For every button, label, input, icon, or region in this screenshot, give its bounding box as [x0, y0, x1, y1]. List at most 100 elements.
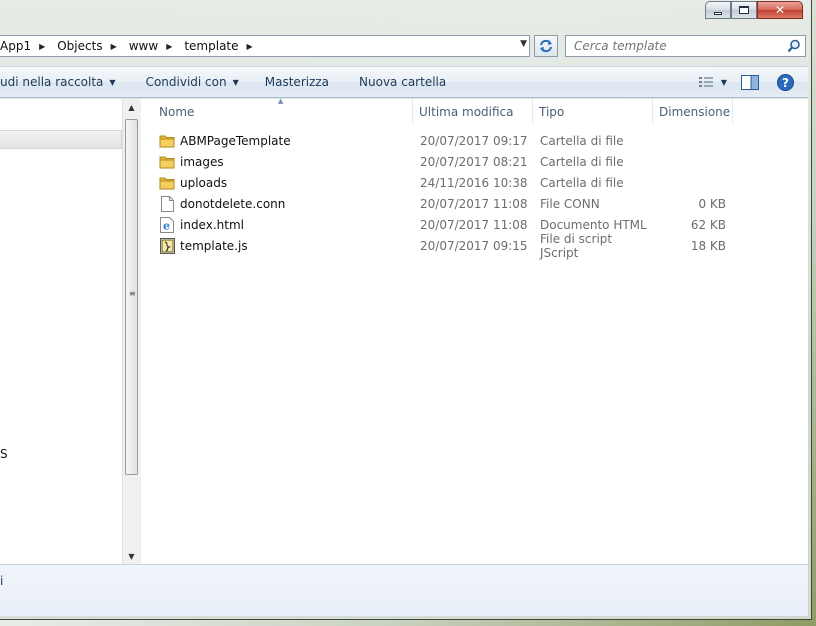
file-type: File CONN	[540, 196, 600, 211]
sort-ascending-icon: ▲	[278, 97, 284, 105]
column-header-modified[interactable]: Ultima modifica	[413, 99, 533, 124]
burn-label: Masterizza	[264, 75, 330, 89]
file-row[interactable]: donotdelete.conn 20/07/2017 11:08 File C…	[141, 193, 808, 214]
minimize-button[interactable]	[705, 1, 731, 19]
content-area: S ▲ ≡ ▼ ▲ Nome Ultima modifica Tipo Dime…	[0, 97, 808, 564]
refresh-icon	[540, 39, 552, 53]
file-name-cell: images	[141, 154, 413, 170]
maximize-button[interactable]	[731, 1, 757, 19]
file-row[interactable]: template.js 20/07/2017 09:15 File di scr…	[141, 232, 808, 260]
file-name: template.js	[180, 238, 248, 253]
svg-text:e: e	[163, 219, 170, 232]
column-header-size[interactable]: Dimensione	[653, 99, 733, 124]
breadcrumb-objects[interactable]: Objects ▶	[57, 39, 129, 53]
preview-pane-button[interactable]	[741, 74, 759, 90]
file-name: index.html	[180, 217, 244, 232]
file-modified: 20/07/2017 11:08	[420, 196, 528, 211]
file-size: 18 KB	[690, 238, 726, 253]
change-view-button[interactable]: ▼	[698, 76, 727, 88]
close-button[interactable]: ✕	[757, 1, 803, 19]
file-name-cell: e index.html	[141, 216, 413, 233]
file-list: ▲ Nome Ultima modifica Tipo Dimensione A…	[141, 97, 808, 564]
close-icon: ✕	[774, 3, 786, 17]
breadcrumb-label: Objects	[57, 39, 103, 53]
folder-icon	[159, 154, 175, 170]
refresh-button[interactable]	[534, 35, 558, 57]
file-name-cell: template.js	[141, 237, 413, 254]
scroll-up-icon[interactable]: ▲	[123, 99, 140, 115]
help-button[interactable]: ?	[777, 73, 794, 91]
include-in-library-label: udi nella raccolta	[0, 75, 104, 89]
view-list-icon	[698, 77, 713, 87]
burn-button[interactable]: Masterizza	[265, 75, 329, 89]
file-rows: ABMPageTemplate 20/07/2017 09:17 Cartell…	[141, 130, 808, 260]
file-modified: 20/07/2017 09:15	[420, 238, 528, 253]
preview-pane-icon	[741, 74, 759, 90]
document-icon	[159, 195, 175, 212]
breadcrumb-arrow-icon[interactable]: ▶	[103, 42, 125, 51]
share-with-button[interactable]: Condividi con ▼	[146, 75, 239, 89]
search-icon[interactable]	[783, 39, 805, 53]
folder-icon	[159, 175, 175, 191]
include-in-library-button[interactable]: udi nella raccolta ▼	[0, 75, 116, 89]
html-file-icon: e	[159, 216, 175, 233]
file-type: Cartella di file	[540, 154, 624, 169]
nav-item-label[interactable]: S	[0, 447, 8, 461]
search-input[interactable]	[566, 36, 783, 56]
file-row[interactable]: images 20/07/2017 08:21 Cartella di file	[141, 151, 808, 172]
chevron-down-icon: ▼	[109, 77, 116, 87]
file-row[interactable]: e index.html 20/07/2017 11:08 Documento …	[141, 214, 808, 235]
file-name: donotdelete.conn	[180, 196, 286, 211]
file-type: File di script JScript	[540, 231, 613, 260]
file-size: 0 KB	[698, 196, 726, 211]
column-header-label: Nome	[159, 104, 195, 119]
chevron-down-icon: ▼	[720, 77, 727, 87]
breadcrumb-label: template	[184, 39, 239, 53]
file-type: Documento HTML	[540, 217, 647, 232]
minimize-icon	[714, 11, 722, 15]
new-folder-button[interactable]: Nuova cartella	[359, 75, 446, 89]
details-text: i	[0, 574, 4, 588]
explorer-window: ✕ App1 ▶ Objects ▶ www ▶ template ▶ ▼ Ce…	[0, 0, 812, 620]
column-header-type[interactable]: Tipo	[533, 99, 653, 124]
file-row[interactable]: uploads 24/11/2016 10:38 Cartella di fil…	[141, 172, 808, 193]
chevron-down-icon: ▼	[232, 77, 239, 87]
breadcrumb-app1[interactable]: App1 ▶	[0, 39, 57, 53]
breadcrumb-arrow-icon[interactable]: ▶	[158, 42, 180, 51]
breadcrumb-arrow-icon[interactable]: ▶	[239, 42, 261, 51]
grip-icon: ≡	[129, 289, 136, 298]
file-modified: 20/07/2017 09:17	[420, 133, 528, 148]
breadcrumb-www[interactable]: www ▶	[129, 39, 185, 53]
breadcrumb-arrow-icon[interactable]: ▶	[31, 42, 53, 51]
file-name-cell: donotdelete.conn	[141, 195, 413, 212]
breadcrumb-label: www	[128, 39, 159, 53]
column-header-row: ▲ Nome Ultima modifica Tipo Dimensione	[141, 97, 808, 124]
file-modified: 20/07/2017 11:08	[420, 217, 528, 232]
file-name-cell: uploads	[141, 175, 413, 191]
breadcrumb-template[interactable]: template ▶	[184, 39, 264, 53]
scrollbar-thumb[interactable]: ≡	[125, 119, 138, 475]
file-modified: 20/07/2017 08:21	[420, 154, 528, 169]
nav-selected-item[interactable]	[0, 130, 122, 149]
file-size: 62 KB	[690, 217, 726, 232]
address-history-dropdown-icon[interactable]: ▼	[520, 39, 527, 49]
address-bar[interactable]: App1 ▶ Objects ▶ www ▶ template ▶ ▼	[0, 35, 530, 57]
new-folder-label: Nuova cartella	[359, 75, 447, 89]
file-row[interactable]: ABMPageTemplate 20/07/2017 09:17 Cartell…	[141, 130, 808, 151]
toolbar-right-group: ▼ ?	[698, 67, 808, 97]
file-modified: 24/11/2016 10:38	[420, 175, 528, 190]
folder-icon	[159, 133, 175, 149]
script-file-icon	[159, 237, 175, 254]
share-with-label: Condividi con	[145, 75, 227, 89]
column-header-name[interactable]: ▲ Nome	[141, 97, 413, 124]
search-box[interactable]	[565, 35, 806, 57]
file-name-cell: ABMPageTemplate	[141, 133, 413, 149]
file-name: ABMPageTemplate	[180, 133, 291, 148]
help-icon: ?	[777, 73, 794, 91]
scroll-down-icon[interactable]: ▼	[123, 548, 140, 564]
column-header-label: Ultima modifica	[419, 104, 514, 119]
command-bar: udi nella raccolta ▼ Condividi con ▼ Mas…	[0, 66, 808, 98]
nav-scrollbar[interactable]: ▲ ≡ ▼	[122, 99, 139, 564]
caption-buttons: ✕	[705, 1, 803, 19]
navigation-pane[interactable]: S	[0, 99, 122, 564]
